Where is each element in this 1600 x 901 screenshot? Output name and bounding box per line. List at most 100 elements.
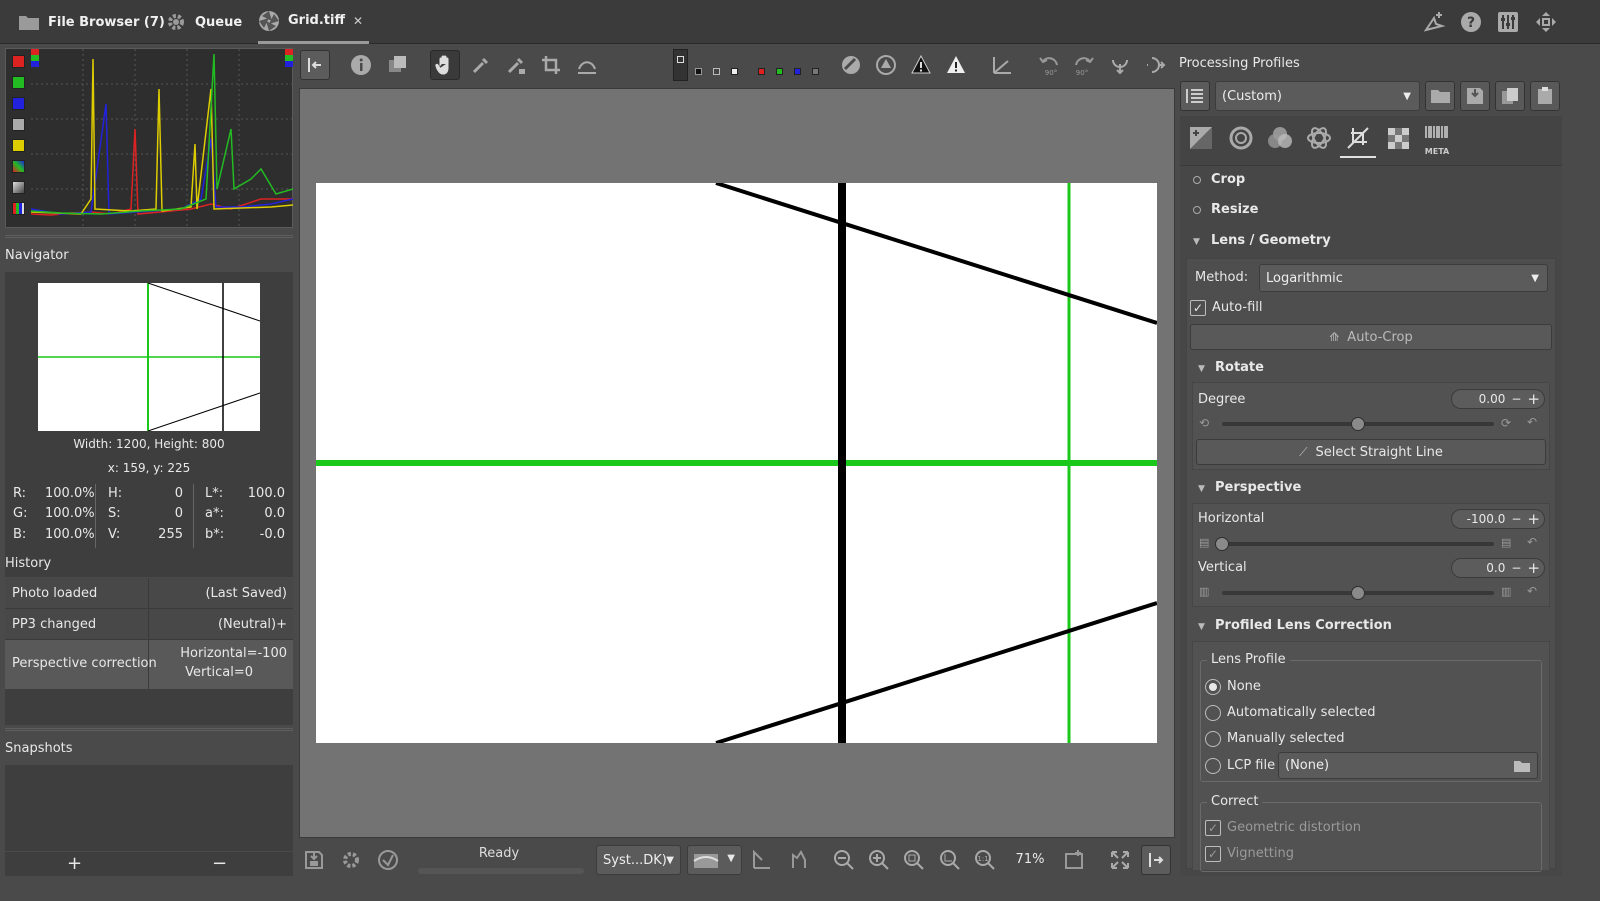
history-row-selected[interactable]: Perspective correction Horizontal=-100 V…	[5, 640, 293, 689]
blue-channel-toggle[interactable]	[12, 97, 25, 110]
shadow-clip-button[interactable]	[906, 50, 936, 80]
bar-mode-toggle[interactable]	[12, 181, 25, 194]
flip-vertical-button[interactable]	[1105, 50, 1135, 80]
lens-manual-radio[interactable]	[1205, 731, 1221, 747]
vertical-spinbox[interactable]: 0.0 − +	[1451, 558, 1545, 578]
select-straight-line-button[interactable]: ⟋ Select Straight Line	[1196, 439, 1546, 465]
hide-right-panel-button[interactable]	[1141, 845, 1171, 875]
green-channel-toggle[interactable]	[12, 76, 25, 89]
horizontal-spinbox[interactable]: -100.0 − +	[1451, 509, 1545, 529]
minus-icon[interactable]: −	[1511, 561, 1521, 575]
new-detail-window-button[interactable]	[1059, 845, 1089, 875]
false-color-button[interactable]	[871, 50, 901, 80]
color-picker-button[interactable]	[501, 50, 531, 80]
rgb-bar-toggle[interactable]	[12, 202, 25, 215]
tab-metadata[interactable]: META	[1424, 125, 1450, 156]
minus-icon[interactable]: −	[1511, 512, 1521, 526]
preview-white-toggle[interactable]	[731, 68, 738, 75]
tab-queue[interactable]: Queue	[165, 0, 242, 44]
highlight-clip-button[interactable]	[941, 50, 971, 80]
preview-red-toggle[interactable]	[758, 68, 765, 75]
hide-left-panel-button[interactable]	[300, 50, 330, 80]
white-balance-picker-button[interactable]	[466, 50, 496, 80]
tab-transform[interactable]	[1345, 125, 1371, 151]
lens-none-radio[interactable]	[1205, 679, 1221, 695]
before-after-button[interactable]	[383, 50, 413, 80]
profile-list-button[interactable]	[1180, 81, 1210, 111]
perspective-guide-button[interactable]	[987, 50, 1017, 80]
tab-exposure[interactable]	[1188, 125, 1214, 151]
zoom-in-button[interactable]	[864, 845, 894, 875]
folder-open-icon[interactable]	[1513, 759, 1531, 773]
lens-lcp-radio[interactable]	[1205, 758, 1221, 774]
history-row[interactable]: PP3 changed (Neutral)+	[5, 609, 293, 640]
tab-advanced[interactable]	[1306, 125, 1332, 151]
preview-gray-toggle[interactable]	[713, 68, 720, 75]
focus-mask-button[interactable]	[836, 50, 866, 80]
preview-lum-toggle[interactable]	[812, 68, 819, 75]
chroma-toggle[interactable]	[12, 139, 25, 152]
plus-icon[interactable]: +	[1527, 559, 1540, 577]
sparkle-pointer-icon[interactable]	[1422, 10, 1446, 34]
raw-histogram-toggle[interactable]	[12, 160, 25, 173]
tab-file-browser[interactable]: File Browser (7)	[18, 0, 165, 44]
help-icon[interactable]: ?	[1459, 10, 1483, 34]
hand-tool-button[interactable]	[430, 50, 460, 80]
zoom-100-button[interactable]: 1:1	[970, 845, 1000, 875]
intent-select[interactable]: ▼	[687, 845, 742, 875]
rotate-left-button[interactable]: 90°	[1034, 50, 1064, 80]
tool-perspective[interactable]: Perspective	[1215, 480, 1301, 495]
lcp-file-field[interactable]: (None)	[1278, 752, 1538, 779]
put-to-queue-button[interactable]	[336, 845, 366, 875]
tab-raw[interactable]	[1385, 125, 1411, 151]
rotate-right-button[interactable]: 90°	[1069, 50, 1099, 80]
minus-icon[interactable]: −	[1511, 392, 1521, 406]
tool-rotate[interactable]: Rotate	[1215, 360, 1264, 375]
method-select[interactable]: Logarithmic ▼	[1259, 264, 1548, 292]
zoom-fit-button[interactable]	[899, 845, 929, 875]
history-row[interactable]: Photo loaded (Last Saved)	[5, 578, 293, 609]
degree-slider-knob[interactable]	[1351, 417, 1365, 431]
zoom-out-button[interactable]	[829, 845, 859, 875]
navigator-preview[interactable]	[38, 283, 260, 431]
soft-proof-button[interactable]	[784, 845, 814, 875]
send-to-editor-button[interactable]	[373, 845, 403, 875]
gamut-check-button[interactable]	[747, 845, 777, 875]
preview-green-toggle[interactable]	[776, 68, 783, 75]
output-profile-select[interactable]: Syst...DK) ▼	[596, 845, 681, 875]
reset-icon[interactable]: ↶	[1527, 584, 1537, 598]
close-icon[interactable]: ✕	[353, 14, 363, 28]
load-profile-button[interactable]	[1425, 81, 1455, 111]
preview-blue-toggle[interactable]	[794, 68, 801, 75]
add-snapshot-button[interactable]: +	[67, 853, 82, 874]
zoom-fit-crop-button[interactable]	[935, 845, 965, 875]
auto-fill-checkbox[interactable]: ✓	[1190, 300, 1206, 316]
flip-horizontal-button[interactable]	[1140, 50, 1170, 80]
plus-icon[interactable]: +	[1527, 390, 1540, 408]
tab-detail[interactable]	[1228, 125, 1254, 151]
fullscreen-editor-button[interactable]	[1105, 845, 1135, 875]
degree-spinbox[interactable]: 0.00 − +	[1451, 389, 1545, 409]
vertical-slider-knob[interactable]	[1351, 586, 1365, 600]
lens-auto-radio[interactable]	[1205, 705, 1221, 721]
luminance-toggle[interactable]	[12, 118, 25, 131]
copy-profile-button[interactable]	[1495, 81, 1525, 111]
preferences-icon[interactable]	[1496, 10, 1520, 34]
save-profile-button[interactable]	[1460, 81, 1490, 111]
paste-profile-button[interactable]	[1530, 81, 1560, 111]
fullscreen-icon[interactable]	[1534, 10, 1558, 34]
tab-grid-tiff[interactable]: Grid.tiff ✕	[258, 0, 370, 44]
tool-lens-geometry[interactable]: Lens / Geometry	[1211, 233, 1331, 248]
preview-image[interactable]	[316, 183, 1157, 743]
tool-profiled-lens-correction[interactable]: Profiled Lens Correction	[1215, 618, 1392, 633]
save-image-button[interactable]	[299, 845, 329, 875]
preview-mode-button[interactable]	[673, 49, 688, 81]
profile-select[interactable]: (Custom) ▼	[1215, 81, 1420, 111]
horizontal-slider-knob[interactable]	[1215, 537, 1229, 551]
tool-resize[interactable]: Resize	[1211, 202, 1258, 217]
auto-crop-button[interactable]: ⟰ Auto-Crop	[1190, 324, 1552, 350]
plus-icon[interactable]: +	[1527, 510, 1540, 528]
geometric-distortion-checkbox[interactable]: ✓	[1205, 820, 1221, 836]
vignetting-checkbox[interactable]: ✓	[1205, 846, 1221, 862]
reset-icon[interactable]: ↶	[1527, 415, 1537, 429]
